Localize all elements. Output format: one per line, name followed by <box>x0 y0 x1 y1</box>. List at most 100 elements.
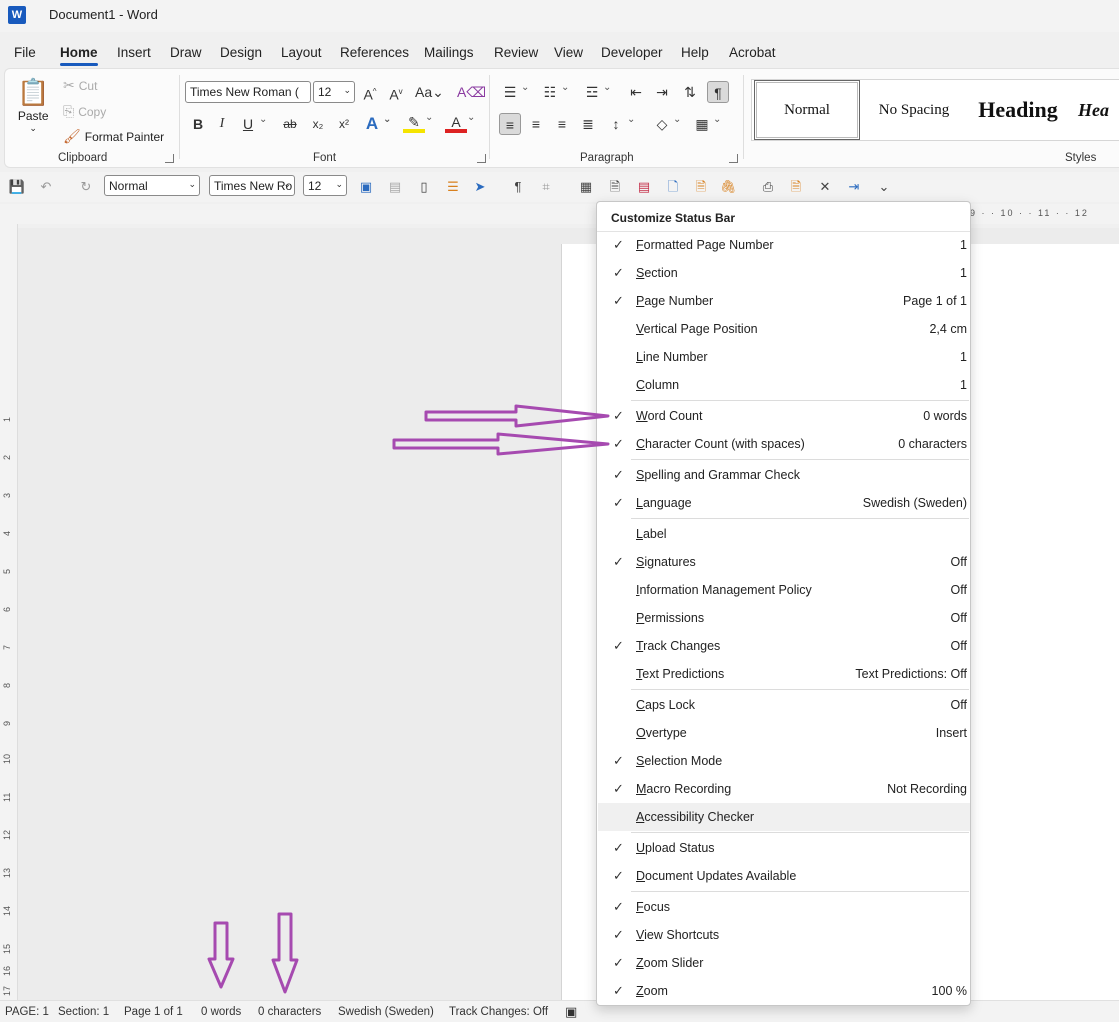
bold-icon[interactable]: B <box>187 113 209 135</box>
menu-item-accessibility-checker[interactable]: Accessibility Checker <box>598 803 970 831</box>
menu-item-text-predictions[interactable]: Text Predictions Text Predictions: Off <box>598 660 970 688</box>
increase-indent-icon[interactable]: ⇥ <box>651 81 673 103</box>
tab-help[interactable]: Help <box>681 45 709 60</box>
line-spacing-icon[interactable]: ↕ <box>605 109 636 135</box>
form-icon[interactable]: 🗋 <box>663 177 683 197</box>
calendar-icon[interactable]: ▤ <box>634 177 654 197</box>
borders-icon[interactable]: ▦ <box>691 109 721 135</box>
tab-insert[interactable]: Insert <box>117 45 151 60</box>
menu-item-label[interactable]: Label <box>598 520 970 548</box>
menu-item-macro-recording[interactable]: ✓ Macro Recording Not Recording <box>598 775 970 803</box>
style-normal[interactable]: Normal <box>754 80 860 140</box>
menu-item-vertical-page-position[interactable]: Vertical Page Position 2,4 cm <box>598 315 970 343</box>
tab-view[interactable]: View <box>554 45 583 60</box>
menu-item-information-management-policy[interactable]: Information Management Policy Off <box>598 576 970 604</box>
align-right-icon[interactable]: ≡ <box>551 113 573 135</box>
multilevel-list-icon[interactable]: ☲ <box>581 77 612 103</box>
paragraph-mark-icon[interactable]: ¶ <box>508 177 528 197</box>
stack-icon[interactable]: ☰ <box>443 177 463 197</box>
status-section[interactable]: Section: 1 <box>58 1006 109 1018</box>
macro-recording-icon[interactable]: ▣ <box>565 1004 577 1020</box>
clipboard-launcher-icon[interactable] <box>165 154 174 163</box>
text-box-icon[interactable]: ▣ <box>356 177 376 197</box>
menu-item-language[interactable]: ✓ Language Swedish (Sweden) <box>598 489 970 517</box>
document-icon[interactable]: ▤ <box>385 177 405 197</box>
align-center-icon[interactable]: ≡ <box>525 113 547 135</box>
status-page-of[interactable]: Page 1 of 1 <box>124 1006 183 1018</box>
format-painter-button[interactable]: 🖌 Format Painter <box>63 128 164 145</box>
shrink-font-icon[interactable]: Av <box>385 81 407 103</box>
pdf-icon[interactable]: 🗎 <box>786 177 806 197</box>
menu-item-view-shortcuts[interactable]: ✓ View Shortcuts <box>598 921 970 949</box>
tab-design[interactable]: Design <box>220 45 262 60</box>
style-combo[interactable]: Normal ⌄ <box>104 175 200 196</box>
tab-references[interactable]: References <box>340 45 409 60</box>
bullets-icon[interactable]: ☰ <box>499 77 530 103</box>
menu-item-signatures[interactable]: ✓ Signatures Off <box>598 548 970 576</box>
menu-item-formatted-page-number[interactable]: ✓ Formatted Page Number 1 <box>598 231 970 259</box>
numbering-icon[interactable]: ☷ <box>539 77 570 103</box>
table-icon[interactable]: ▦ <box>576 177 596 197</box>
clear-formatting-icon[interactable]: A⌫ <box>457 81 486 103</box>
menu-item-overtype[interactable]: Overtype Insert <box>598 719 970 747</box>
menu-item-character-count-with-spaces[interactable]: ✓ Character Count (with spaces) 0 characte… <box>598 430 970 458</box>
menu-item-track-changes[interactable]: ✓ Track Changes Off <box>598 632 970 660</box>
menu-item-caps-lock[interactable]: Caps Lock Off <box>598 691 970 719</box>
menu-item-line-number[interactable]: Line Number 1 <box>598 343 970 371</box>
text-effects-icon[interactable]: A <box>361 109 392 135</box>
menu-item-upload-status[interactable]: ✓ Upload Status <box>598 834 970 862</box>
word-app-icon[interactable]: W <box>8 6 26 24</box>
style-heading-2[interactable]: Hea <box>1078 80 1119 140</box>
font-launcher-icon[interactable] <box>477 154 486 163</box>
superscript-icon[interactable]: x² <box>333 113 355 135</box>
subscript-icon[interactable]: x₂ <box>307 113 329 135</box>
group-icon[interactable]: ⌗ <box>536 177 556 197</box>
paste-button[interactable]: 📋 Paste ⌄ <box>17 77 49 133</box>
style-no-spacing[interactable]: No Spacing <box>864 80 964 140</box>
justify-icon[interactable]: ≣ <box>577 113 599 135</box>
status-word-count[interactable]: 0 words <box>201 1006 241 1018</box>
document-check-icon[interactable]: 🗎 <box>605 177 625 197</box>
tab-review[interactable]: Review <box>494 45 538 60</box>
menu-item-page-number[interactable]: ✓ Page Number Page 1 of 1 <box>598 287 970 315</box>
menu-item-document-updates-available[interactable]: ✓ Document Updates Available <box>598 862 970 890</box>
tab-home[interactable]: Home <box>60 45 98 66</box>
font-size-combo[interactable]: 12 ⌄ <box>313 81 355 103</box>
menu-item-focus[interactable]: ✓ Focus <box>598 893 970 921</box>
menu-item-zoom-slider[interactable]: ✓ Zoom Slider <box>598 949 970 977</box>
status-page[interactable]: PAGE: 1 <box>5 1006 49 1018</box>
sort-icon[interactable]: ⇅ <box>679 81 701 103</box>
tab-mailings[interactable]: Mailings <box>424 45 474 60</box>
font-color-icon[interactable]: A <box>445 109 475 133</box>
strikethrough-icon[interactable]: ab <box>279 113 301 135</box>
tab-layout[interactable]: Layout <box>281 45 322 60</box>
menu-item-selection-mode[interactable]: ✓ Selection Mode <box>598 747 970 775</box>
menu-item-zoom[interactable]: ✓ Zoom 100 % <box>598 977 970 1005</box>
cut-button[interactable]: ✂ Cut <box>63 77 97 94</box>
menu-item-section[interactable]: ✓ Section 1 <box>598 259 970 287</box>
vertical-ruler[interactable]: 1 2 3 4 5 6 7 8 9 10 11 12 13 14 15 16 1… <box>0 224 18 1000</box>
show-formatting-marks-icon[interactable]: ¶ <box>707 81 729 103</box>
attach-icon[interactable]: 🖇 <box>718 177 738 197</box>
menu-item-word-count[interactable]: ✓ Word Count 0 words <box>598 402 970 430</box>
customize-qat-icon[interactable]: ⌄ <box>874 177 894 197</box>
redo-icon[interactable]: ↻ <box>76 177 96 197</box>
status-language[interactable]: Swedish (Sweden) <box>338 1006 434 1018</box>
tab-draw[interactable]: Draw <box>170 45 202 60</box>
font-name-combo[interactable]: Times New Roman ( <box>185 81 311 103</box>
status-track-changes[interactable]: Track Changes: Off <box>449 1006 548 1018</box>
decrease-indent-icon[interactable]: ⇤ <box>625 81 647 103</box>
save-icon[interactable]: 💾 <box>7 177 27 197</box>
menu-item-column[interactable]: Column 1 <box>598 371 970 399</box>
tab-acrobat[interactable]: Acrobat <box>729 45 776 60</box>
shading-icon[interactable]: ◇ <box>651 109 682 135</box>
print-icon[interactable]: ⎙ <box>758 177 778 197</box>
paragraph-launcher-icon[interactable] <box>729 154 738 163</box>
indent-icon[interactable]: ⇥ <box>844 177 864 197</box>
menu-item-permissions[interactable]: Permissions Off <box>598 604 970 632</box>
style-heading[interactable]: Heading <box>966 80 1070 140</box>
change-case-icon[interactable]: Aa⌄ <box>415 81 444 103</box>
copy-button[interactable]: ⎘ Copy <box>63 103 106 120</box>
grow-font-icon[interactable]: A^ <box>359 81 381 103</box>
close-icon[interactable]: ✕ <box>815 177 835 197</box>
